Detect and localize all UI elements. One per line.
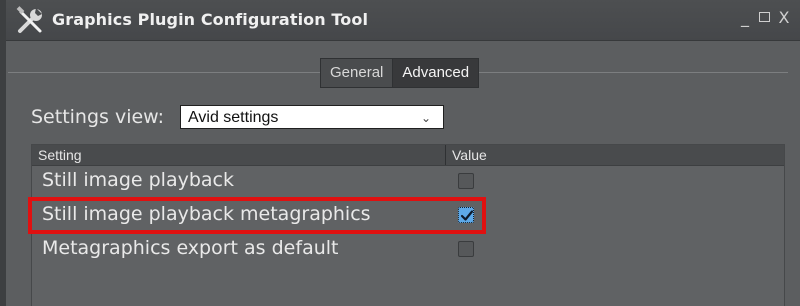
tools-icon [16,6,42,33]
maximize-button[interactable] [759,12,770,22]
table-row[interactable]: Still image playback [32,165,784,199]
settings-view-label: Settings view: [31,106,165,128]
chevron-down-icon: ⌄ [420,111,431,125]
setting-label: Still image playback [42,169,234,191]
settings-view-select[interactable]: Avid settings ⌄ [180,105,444,129]
setting-label: Metagraphics export as default [42,237,339,259]
column-header-value[interactable]: Value [452,147,487,163]
window-edge [0,0,6,306]
column-header-setting[interactable]: Setting [38,147,82,163]
window-title: Graphics Plugin Configuration Tool [52,10,369,29]
close-button[interactable]: X [776,8,792,27]
window-controls: _ X [737,8,792,27]
minimize-button[interactable]: _ [737,8,753,27]
title-bar[interactable]: Graphics Plugin Configuration Tool _ X [6,0,800,41]
setting-checkbox[interactable] [458,173,474,189]
column-divider[interactable] [445,145,446,165]
tab-advanced[interactable]: Advanced [393,59,479,87]
tab-bar: General Advanced [320,58,480,88]
highlight-annotation [28,197,486,234]
table-header: Setting Value [32,145,784,166]
tab-general[interactable]: General [321,59,394,87]
table-row[interactable]: Metagraphics export as default [32,233,784,267]
settings-view-value: Avid settings [188,109,279,126]
setting-checkbox[interactable] [458,241,474,257]
